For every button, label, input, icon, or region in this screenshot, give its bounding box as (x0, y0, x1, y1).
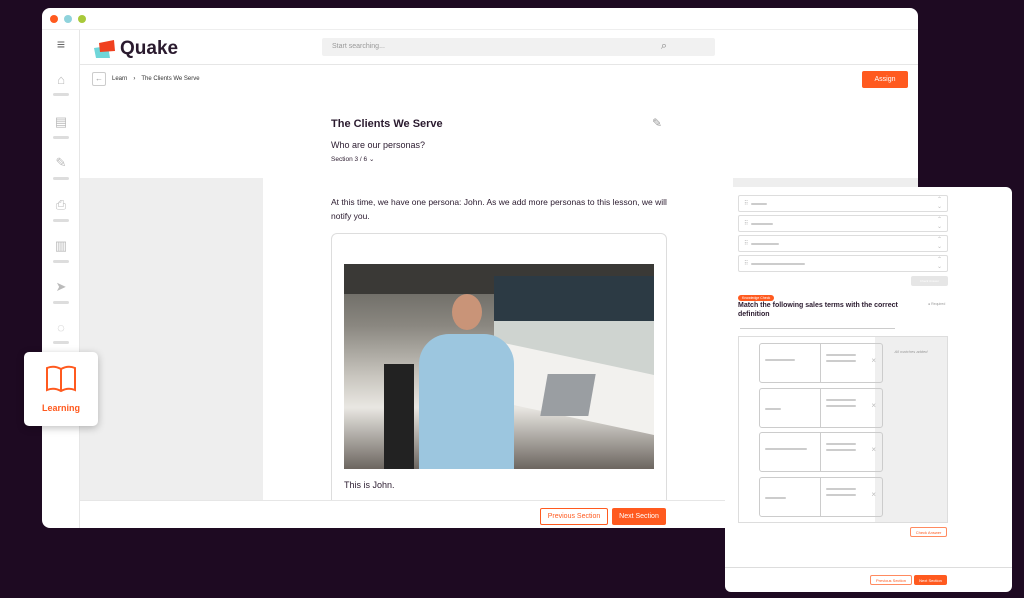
breadcrumb-learn[interactable]: Learn (112, 76, 127, 82)
panel-next-button[interactable]: Next Section (914, 575, 947, 585)
quake-logo-icon (94, 40, 115, 58)
next-section-button[interactable]: Next Section (612, 508, 666, 525)
chart-icon[interactable]: ▥ (52, 238, 70, 263)
order-item[interactable]: ⠿ ⌃ ⌄ (738, 215, 948, 232)
logo-text: Quake (120, 38, 179, 59)
match-pair[interactable]: × (759, 343, 883, 383)
persona-card: This is John. (331, 233, 667, 513)
back-button[interactable]: ← (92, 72, 106, 86)
search-input[interactable]: Start searching... ⌕ (322, 38, 715, 56)
chevron-right-icon: › (133, 76, 136, 82)
remove-icon[interactable]: × (871, 356, 876, 365)
search-icon[interactable]: ⌕ (661, 40, 667, 53)
chevron-down-icon: ⌄ (368, 156, 375, 163)
assign-button[interactable]: Assign (862, 71, 908, 88)
lesson-title: The Clients We Serve (331, 118, 443, 130)
lesson-body: At this time, we have one persona: John.… (331, 197, 667, 221)
header: Quake Start searching... ⌕ (80, 30, 918, 65)
book-icon (46, 365, 76, 393)
order-item[interactable]: ⠿ ⌃ ⌄ (738, 255, 948, 272)
check-answer-button[interactable]: Check Answer (910, 527, 947, 537)
home-icon[interactable]: ⌂ (52, 72, 70, 96)
order-item[interactable]: ⠿ ⌃ ⌄ (738, 235, 948, 252)
notes-icon[interactable]: ▤ (52, 114, 70, 139)
menu-icon[interactable]: ≡ (52, 36, 70, 52)
divider (740, 328, 895, 329)
photo-caption: This is John. (344, 480, 395, 490)
logo[interactable]: Quake (94, 38, 178, 60)
match-pair[interactable]: × (759, 388, 883, 428)
section-selector[interactable]: Section 3 / 6 ⌄ (331, 155, 374, 163)
persona-photo (344, 264, 654, 469)
chat-icon[interactable]: ◌ (52, 320, 70, 344)
breadcrumb: ← Learn › The Clients We Serve (92, 72, 200, 86)
remove-icon[interactable]: × (871, 490, 876, 499)
close-dot[interactable] (50, 14, 58, 23)
knowledge-check-panel: ⠿ ⌃ ⌄ ⠿ ⌃ ⌄ ⠿ ⌃ ⌄ ⠿ ⌃ ⌄ Check Answer Knowledge C… (725, 187, 1012, 592)
sidebar-item-learning[interactable]: Learning (24, 352, 98, 426)
match-area: All matches added × × × × (738, 336, 948, 523)
match-pair[interactable]: × (759, 432, 883, 472)
inbox-icon[interactable]: ⎙ (52, 197, 70, 222)
maximize-dot[interactable] (78, 14, 86, 23)
previous-section-button[interactable]: Previous Section (540, 508, 608, 525)
remove-icon[interactable]: × (871, 401, 876, 410)
send-icon[interactable]: ➤ (52, 279, 70, 304)
search-placeholder: Start searching... (332, 43, 385, 50)
panel-previous-button[interactable]: Previous Section (870, 575, 912, 585)
match-pair[interactable]: × (759, 477, 883, 517)
section-label: Section 3 / 6 (331, 156, 368, 163)
all-matches-text: All matches added (894, 349, 928, 354)
sidebar: ≡ ⌂ ▤ ✎ ⎙ ▥ ➤ ◌ (42, 30, 80, 528)
required-label: Required (931, 302, 946, 306)
answer-bank: All matches added (875, 337, 947, 522)
minimize-dot[interactable] (64, 14, 72, 23)
edit-icon[interactable]: ✎ (652, 116, 662, 130)
tools-icon[interactable]: ✎ (52, 155, 70, 180)
learning-label: Learning (41, 403, 80, 413)
check-answer-disabled-button[interactable]: Check Answer (911, 276, 948, 286)
question-text: Match the following sales terms with the… (738, 302, 898, 318)
title-bar (42, 8, 918, 30)
order-item[interactable]: ⠿ ⌃ ⌄ (738, 195, 948, 212)
lesson-subtitle: Who are our personas? (331, 140, 426, 150)
breadcrumb-current: The Clients We Serve (141, 76, 200, 82)
remove-icon[interactable]: × (871, 445, 876, 454)
